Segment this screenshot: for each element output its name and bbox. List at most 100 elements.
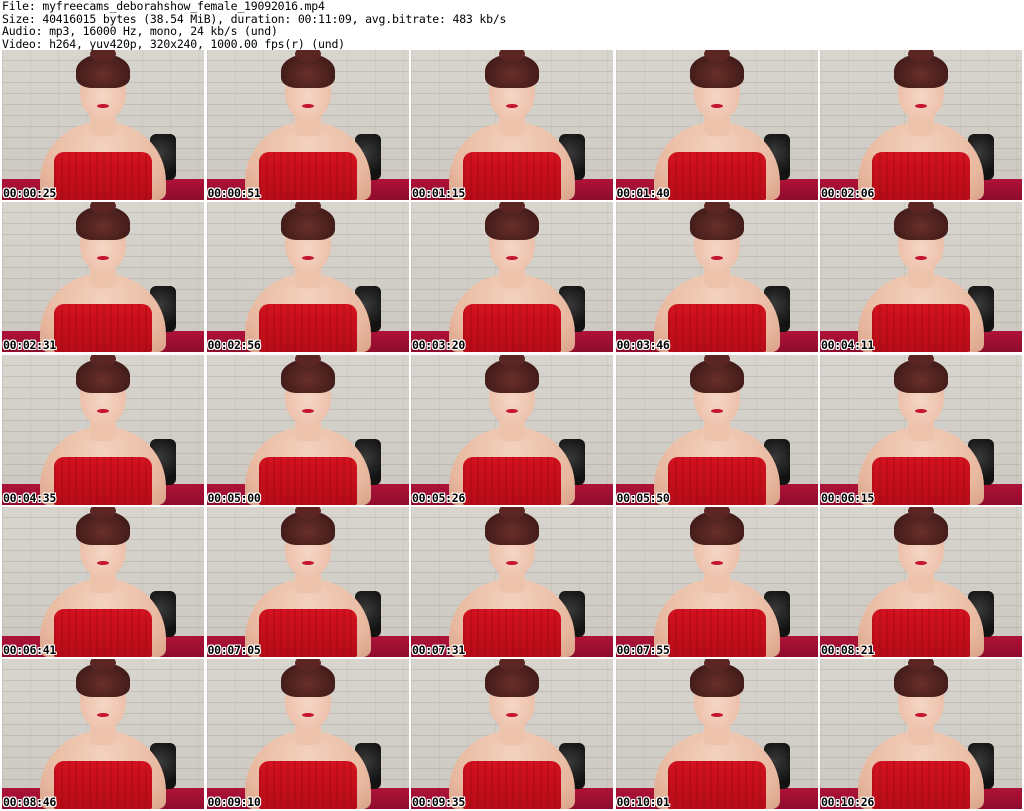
person-lips — [301, 408, 314, 413]
person-figure — [642, 50, 792, 200]
person-towel — [258, 761, 357, 809]
person-towel — [667, 761, 766, 809]
person-towel — [667, 456, 766, 505]
person-figure — [28, 354, 178, 505]
video-thumbnail: 00:02:31 — [2, 202, 204, 353]
person-lips — [301, 713, 314, 717]
person-figure — [28, 506, 178, 657]
video-thumbnail: 00:04:35 — [2, 354, 204, 505]
video-thumbnail: 00:09:10 — [206, 659, 409, 809]
person-figure — [28, 50, 178, 200]
video-thumbnail: 00:07:31 — [411, 506, 613, 657]
person-lips — [506, 408, 518, 413]
person-lips — [710, 560, 723, 565]
person-towel — [872, 761, 970, 809]
video-thumbnail: 00:01:15 — [411, 50, 613, 200]
person-towel — [463, 456, 561, 505]
thumbnail-timestamp: 00:08:21 — [821, 642, 874, 657]
person-lips — [915, 104, 927, 108]
video-thumbnail: 00:06:15 — [820, 354, 1022, 505]
thumbnail-timestamp: 00:05:26 — [412, 490, 465, 505]
thumbnail-timestamp: 00:09:35 — [412, 795, 465, 809]
thumbnail-timestamp: 00:05:50 — [616, 490, 670, 505]
person-towel — [258, 304, 357, 353]
video-thumbnail: 00:03:20 — [411, 202, 613, 353]
person-figure — [437, 659, 587, 809]
person-lips — [915, 408, 927, 413]
person-lips — [915, 256, 927, 261]
person-towel — [54, 304, 152, 353]
person-figure — [233, 506, 383, 657]
person-figure — [28, 202, 178, 353]
person-lips — [97, 713, 109, 717]
person-lips — [301, 560, 314, 565]
person-towel — [463, 152, 561, 200]
thumbnail-grid: 00:00:25 00:00:51 00:01:15 00:01:40 00:02:06… — [2, 50, 1022, 809]
video-thumbnail: 00:01:40 — [615, 50, 818, 200]
thumbnail-timestamp: 00:07:31 — [412, 642, 465, 657]
person-lips — [710, 713, 723, 717]
video-thumbnail: 00:08:46 — [2, 659, 204, 809]
video-thumbnail: 00:03:46 — [615, 202, 818, 353]
person-figure — [642, 202, 792, 353]
person-towel — [463, 761, 561, 809]
thumbnail-timestamp: 00:06:41 — [3, 642, 56, 657]
person-figure — [233, 659, 383, 809]
person-figure — [437, 506, 587, 657]
thumbnail-timestamp: 00:01:15 — [412, 186, 465, 200]
thumbnail-timestamp: 00:03:20 — [412, 338, 465, 353]
person-figure — [437, 50, 587, 200]
person-lips — [915, 560, 927, 565]
thumbnail-timestamp: 00:00:25 — [3, 186, 56, 200]
person-towel — [54, 608, 152, 657]
person-lips — [506, 713, 518, 717]
person-lips — [97, 560, 109, 565]
audio-info-line: Audio: mp3, 16000 Hz, mono, 24 kb/s (und… — [2, 24, 278, 38]
person-figure — [846, 202, 996, 353]
person-towel — [872, 608, 970, 657]
thumbnail-timestamp: 00:10:01 — [616, 795, 670, 809]
person-figure — [233, 354, 383, 505]
thumbnail-timestamp: 00:05:00 — [207, 490, 261, 505]
thumbnail-timestamp: 00:02:31 — [3, 338, 56, 353]
person-towel — [667, 304, 766, 353]
video-thumbnail: 00:10:01 — [615, 659, 818, 809]
video-thumbnail: 00:08:21 — [820, 506, 1022, 657]
person-towel — [872, 152, 970, 200]
person-figure — [233, 202, 383, 353]
video-thumbnail: 00:05:50 — [615, 354, 818, 505]
video-info-line: Video: h264, yuv420p, 320x240, 1000.00 f… — [2, 36, 345, 51]
video-thumbnail: 00:05:00 — [206, 354, 409, 505]
person-figure — [642, 354, 792, 505]
thumbnail-timestamp: 00:00:51 — [207, 186, 261, 200]
video-thumbnail: 00:06:41 — [2, 506, 204, 657]
person-lips — [97, 104, 109, 108]
video-thumbnail: 00:05:26 — [411, 354, 613, 505]
person-lips — [97, 408, 109, 413]
person-lips — [506, 256, 518, 261]
person-towel — [258, 456, 357, 505]
person-figure — [846, 50, 996, 200]
person-figure — [233, 50, 383, 200]
person-towel — [872, 456, 970, 505]
person-figure — [437, 202, 587, 353]
thumbnail-timestamp: 00:02:56 — [207, 338, 261, 353]
person-figure — [437, 354, 587, 505]
person-towel — [54, 152, 152, 200]
thumbnail-timestamp: 00:01:40 — [616, 186, 670, 200]
person-figure — [846, 659, 996, 809]
thumbnail-timestamp: 00:03:46 — [616, 338, 670, 353]
file-info-header: File: myfreecams_deborahshow_female_1909… — [2, 0, 1022, 50]
video-thumbnail: 00:07:55 — [615, 506, 818, 657]
person-towel — [463, 304, 561, 353]
thumbnail-timestamp: 00:08:46 — [3, 795, 56, 809]
video-thumbnail: 00:02:56 — [206, 202, 409, 353]
person-towel — [258, 608, 357, 657]
person-figure — [642, 506, 792, 657]
thumbnail-timestamp: 00:07:05 — [207, 642, 261, 657]
person-lips — [506, 104, 518, 108]
person-towel — [872, 304, 970, 353]
person-lips — [915, 713, 927, 717]
person-lips — [97, 256, 109, 261]
video-thumbnail: 00:00:25 — [2, 50, 204, 200]
